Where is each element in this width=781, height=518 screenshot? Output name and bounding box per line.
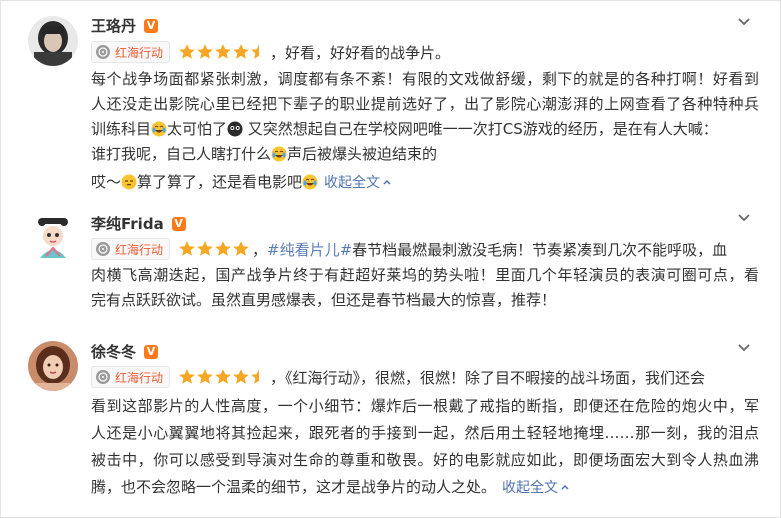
review-lead-text: ，#纯看片儿#春节档最燃最刺激没毛病！节奏紧凑到几次不能呼吸，血 — [252, 239, 727, 260]
username-text[interactable]: 李纯Frida — [91, 213, 164, 234]
star-icon — [197, 44, 213, 59]
username-text[interactable]: 徐冬冬 — [91, 341, 136, 362]
review-text-segment: 腾，也不会忽略一个温柔的细节，这才是战争片的动人之处。 — [91, 478, 497, 496]
star-icon — [197, 241, 213, 256]
review-meta: 红海行动 ，《红海行动》，很燃，很燃！除了目不暇接的战斗场面，我们还会 — [91, 366, 705, 388]
chevron-down-icon[interactable] — [736, 209, 752, 225]
review-body: 看到这部影片的人性高度，一个小细节：爆炸后一根戴了戒指的断指，即便还在危险的炮火… — [91, 393, 759, 501]
film-reel-icon — [96, 242, 110, 256]
review-text-segment: 春节档最燃最刺激没毛病！节奏紧凑到几次不能呼吸，血 — [352, 240, 728, 259]
review-text-segment: 算了算了，还是看电影吧 — [137, 173, 303, 191]
chevron-down-icon[interactable] — [736, 13, 752, 29]
star-icon — [179, 241, 195, 256]
review-text-segment: 谁打我呢，自己人瞎打什么 — [91, 145, 272, 163]
half-star-icon — [251, 369, 260, 384]
review-text-segment: 声后被爆头被迫结束的 — [287, 145, 438, 163]
review-line: 人还是小心翼翼地将其捡起来，跟死者的手接到一起，然后用土轻轻地掩埋……那一刻，我… — [91, 424, 759, 442]
review-card: 王珞丹 V 红海行动 ，好看，好好看的战争片。 每个战争场面都紧张刺激，调度都有… — [1, 1, 780, 201]
star-icon — [179, 369, 195, 384]
review-card: 徐冬冬 V 红海行动 ，《红海行动》，很燃，很燃！除了目不暇接的战斗场面，我们还… — [1, 331, 780, 517]
laugh-cry-emoji-icon — [151, 120, 167, 137]
review-line: 完有点跃跃欲试。虽然直男感爆表，但还是春节档最大的惊喜，推荐！ — [91, 291, 557, 309]
review-lead-text: ，好看，好好看的战争片。 — [270, 43, 451, 62]
star-icon — [215, 241, 231, 256]
review-line: 腾，也不会忽略一个温柔的细节，这才是战争片的动人之处。 收起全文 — [91, 474, 759, 501]
review-lead-text: ，《红海行动》，很燃，很燃！除了目不暇接的战斗场面，我们还会 — [270, 368, 706, 387]
collapse-label[interactable]: 收起全文 — [502, 480, 558, 496]
movie-tag[interactable]: 红海行动 — [91, 238, 171, 260]
star-rating — [178, 43, 268, 61]
collapse-label[interactable]: 收起全文 — [324, 175, 380, 191]
verified-v-badge-icon: V — [144, 18, 159, 33]
movie-tag-label[interactable]: 红海行动 — [115, 241, 163, 258]
review-text-segment: 又突然想起自己在学校网吧唯一一次打CS游戏的经历，是在有人大喊： — [243, 120, 718, 138]
review-body: 肉横飞高潮迭起，国产战争片终于有赶超好莱坞的势头啦！里面几个年轻演员的表演可圈可… — [91, 263, 759, 313]
review-meta: 红海行动 ，好看，好好看的战争片。 — [91, 41, 450, 63]
review-line: 每个战争场面都紧张刺激，调度都有条不紊！有限的文戏做舒缓，剩下的就是的各种打啊！… — [91, 70, 759, 88]
review-line: 被击中，你可以感受到导演对生命的尊重和敬畏。好的电影就应如此，即便场面宏大到令人… — [91, 451, 759, 469]
review-line: 哎～ 算了算了，还是看电影吧 收起全文 — [91, 170, 759, 195]
review-line: 看到这部影片的人性高度，一个小细节：爆炸后一根戴了戒指的断指，即便还在危险的炮火… — [91, 397, 759, 415]
star-rating — [178, 240, 250, 258]
collapse-full-text-link[interactable]: 收起全文 — [502, 480, 570, 496]
review-text-segment: 训练科目 — [91, 120, 152, 138]
review-meta: 红海行动 ，#纯看片儿#春节档最燃最刺激没毛病！节奏紧凑到几次不能呼吸，血 — [91, 238, 727, 260]
movie-tag-label[interactable]: 红海行动 — [115, 369, 163, 386]
avatar[interactable] — [28, 341, 78, 391]
star-rating — [178, 368, 268, 386]
avatar[interactable] — [28, 16, 78, 66]
film-reel-icon — [96, 45, 110, 59]
half-star-icon — [251, 44, 260, 59]
dark-face-emoji-icon — [227, 120, 243, 137]
verified-v-badge-icon: V — [171, 216, 186, 231]
verified-v-badge-icon: V — [144, 344, 159, 359]
review-text-segment: 太可怕了 — [167, 120, 228, 138]
review-text-segment: ， — [252, 240, 268, 259]
username-text[interactable]: 王珞丹 — [91, 15, 136, 36]
review-text-segment: 哎～ — [91, 173, 122, 191]
collapse-full-text-link[interactable]: 收起全文 — [324, 175, 392, 191]
review-card: 李纯Frida V 红海行动 ，#纯看片儿#春节档最燃最刺激没毛病！节奏紧凑到几… — [1, 201, 780, 331]
chevron-down-icon[interactable] — [736, 339, 752, 355]
hashtag-link[interactable]: #纯看片儿# — [267, 241, 352, 259]
sigh-emoji-icon — [121, 173, 137, 190]
star-icon — [179, 44, 195, 59]
star-icon — [233, 369, 249, 384]
movie-tag-label[interactable]: 红海行动 — [115, 44, 163, 61]
laugh-cry-emoji-icon — [302, 173, 318, 190]
chevron-up-icon — [383, 179, 391, 185]
review-line: 训练科目 太可怕了 又突然想起自己在学校网吧唯一一次打CS游戏的经历，是在有人大喊… — [91, 117, 759, 142]
star-icon — [233, 44, 249, 59]
movie-tag[interactable]: 红海行动 — [91, 366, 171, 388]
review-body: 每个战争场面都紧张刺激，调度都有条不紊！有限的文戏做舒缓，剩下的就是的各种打啊！… — [91, 67, 759, 195]
movie-tag[interactable]: 红海行动 — [91, 41, 171, 63]
film-reel-icon — [96, 370, 110, 384]
review-line: 谁打我呢，自己人瞎打什么 声后被爆头被迫结束的 — [91, 142, 759, 167]
username[interactable]: 李纯Frida V — [91, 213, 186, 234]
review-feed: 王珞丹 V 红海行动 ，好看，好好看的战争片。 每个战争场面都紧张刺激，调度都有… — [0, 0, 781, 518]
chevron-up-icon — [561, 484, 569, 490]
review-line: 肉横飞高潮迭起，国产战争片终于有赶超好莱坞的势头啦！里面几个年轻演员的表演可圈可… — [91, 266, 759, 284]
review-line: 人还没走出影院心里已经把下辈子的职业提前选好了，出了影院心潮澎湃的上网查看了各种… — [91, 95, 759, 113]
laugh-cry-emoji-icon — [271, 145, 287, 162]
star-icon — [233, 241, 249, 256]
star-icon — [197, 369, 213, 384]
username[interactable]: 徐冬冬 V — [91, 341, 159, 362]
star-icon — [215, 369, 231, 384]
star-icon — [215, 44, 231, 59]
username[interactable]: 王珞丹 V — [91, 15, 159, 36]
avatar[interactable] — [28, 212, 78, 262]
